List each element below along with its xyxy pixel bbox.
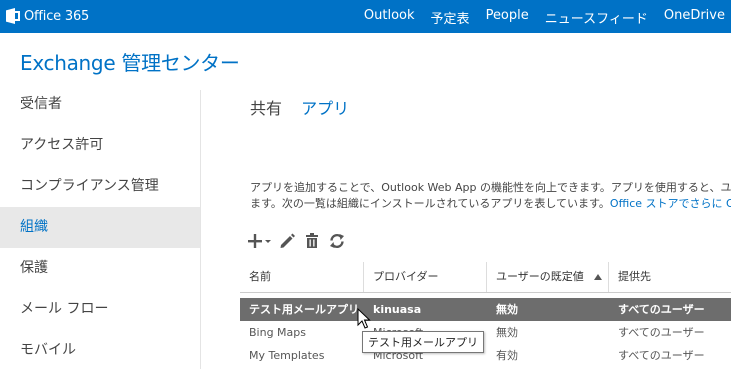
- apps-description: アプリを追加することで、Outlook Web App の機能性を向上できます。…: [250, 180, 731, 212]
- apps-table: 名前 プロバイダー ユーザーの既定値 提供先 テスト用メールアプリ kinuas…: [240, 262, 731, 367]
- sidebar-item-permissions[interactable]: アクセス許可: [0, 125, 200, 166]
- sidebar-item-organization[interactable]: 組織: [0, 207, 200, 248]
- toolbar: [247, 232, 353, 250]
- sidebar-item-compliance[interactable]: コンプライアンス管理: [0, 166, 200, 207]
- column-header-user-default[interactable]: ユーザーの既定値: [487, 262, 609, 292]
- office-logo-icon: [6, 8, 20, 24]
- office365-logo[interactable]: Office 365: [6, 8, 89, 24]
- row-tooltip: テスト用メールアプリ: [362, 331, 484, 353]
- table-row[interactable]: My Templates Microsoft 有効 すべてのユーザー: [240, 344, 731, 367]
- table-row[interactable]: テスト用メールアプリ kinuasa 無効 すべてのユーザー: [240, 298, 731, 321]
- nav-onedrive[interactable]: OneDrive: [664, 8, 725, 27]
- nav-newsfeed[interactable]: ニュースフィード: [545, 8, 648, 27]
- tab-sharing[interactable]: 共有: [250, 99, 282, 118]
- column-header-available-to[interactable]: 提供先: [609, 262, 731, 292]
- sidebar-item-recipients[interactable]: 受信者: [0, 84, 200, 125]
- cell-available: すべてのユーザー: [618, 303, 705, 316]
- description-line-1: アプリを追加することで、Outlook Web App の機能性を向上できます。…: [250, 181, 731, 194]
- sidebar-item-protection[interactable]: 保護: [0, 248, 200, 289]
- office-store-link[interactable]: Office ストアでさらに Outlook 用: [610, 197, 731, 210]
- refresh-icon[interactable]: [328, 232, 346, 250]
- nav-people[interactable]: People: [486, 8, 529, 27]
- sidebar-item-mobile[interactable]: モバイル: [0, 330, 200, 371]
- tab-bar: 共有 アプリ: [250, 95, 363, 119]
- mouse-pointer-icon: [357, 307, 371, 330]
- column-header-provider[interactable]: プロバイダー: [364, 262, 487, 292]
- nav-outlook[interactable]: Outlook: [364, 8, 415, 27]
- office365-topbar: Office 365 Outlook 予定表 People ニュースフィード O…: [0, 0, 731, 33]
- table-header: 名前 プロバイダー ユーザーの既定値 提供先: [240, 262, 731, 293]
- add-icon[interactable]: [247, 232, 271, 250]
- page-title: Exchange 管理センター: [20, 51, 240, 75]
- column-header-user-default-label: ユーザーの既定値: [496, 270, 584, 283]
- cell-name: テスト用メールアプリ: [249, 303, 359, 316]
- cell-name: Bing Maps: [249, 326, 306, 339]
- description-line-2-text: ます。次の一覧は組織にインストールされているアプリを表しています。: [250, 197, 610, 210]
- cell-provider: kinuasa: [373, 303, 422, 316]
- delete-icon[interactable]: [303, 232, 321, 250]
- description-line-2: ます。次の一覧は組織にインストールされているアプリを表しています。Office …: [250, 196, 731, 212]
- sidebar: 受信者 アクセス許可 コンプライアンス管理 組織 保護 メール フロー モバイル: [0, 84, 200, 371]
- sort-ascending-icon: [594, 274, 602, 280]
- sidebar-divider: [200, 90, 201, 369]
- top-navigation: Outlook 予定表 People ニュースフィード OneDrive: [348, 8, 725, 27]
- cell-name: My Templates: [249, 349, 325, 362]
- cell-default: 無効: [496, 303, 518, 316]
- brand-label: Office 365: [24, 8, 90, 24]
- nav-calendar[interactable]: 予定表: [431, 8, 470, 27]
- column-header-name[interactable]: 名前: [240, 262, 364, 292]
- tab-apps[interactable]: アプリ: [301, 99, 349, 118]
- cell-default: 無効: [496, 326, 518, 339]
- cell-default: 有効: [496, 349, 518, 362]
- cell-available: すべてのユーザー: [618, 349, 705, 362]
- cell-available: すべてのユーザー: [618, 326, 705, 339]
- sidebar-item-mail-flow[interactable]: メール フロー: [0, 289, 200, 330]
- table-row[interactable]: Bing Maps Microsoft 無効 すべてのユーザー: [240, 321, 731, 344]
- edit-icon[interactable]: [278, 232, 296, 250]
